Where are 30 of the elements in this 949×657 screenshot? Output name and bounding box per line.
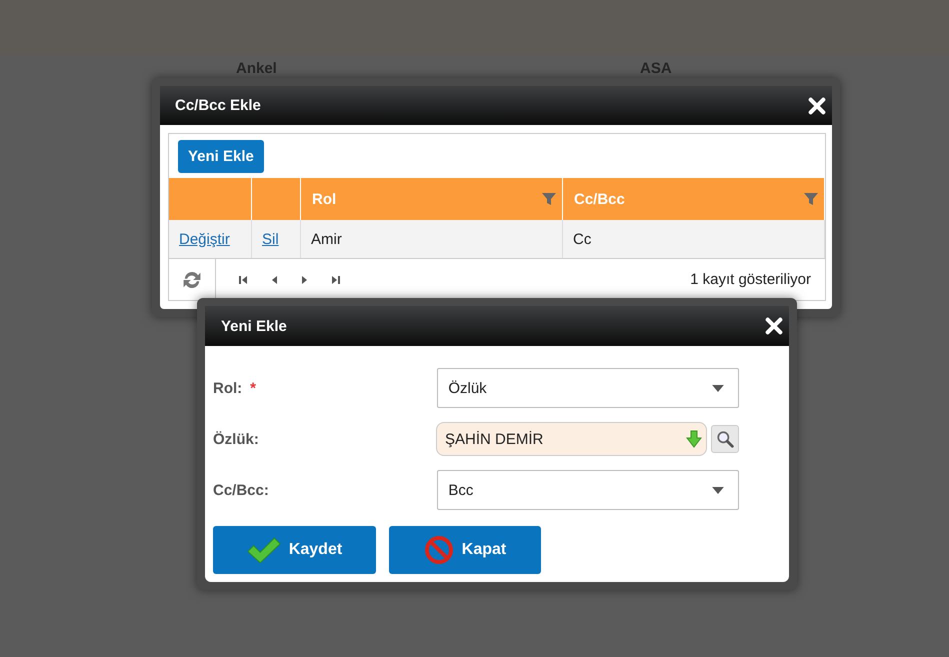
filter-icon[interactable] bbox=[541, 191, 557, 207]
delete-link[interactable]: Sil bbox=[262, 230, 279, 248]
close-icon[interactable] bbox=[765, 317, 783, 335]
close-icon[interactable] bbox=[808, 96, 826, 114]
select-field[interactable]: Bcc bbox=[437, 470, 739, 510]
prohibited-icon bbox=[424, 535, 454, 565]
required-marker: * bbox=[250, 380, 256, 396]
pager-status: 1 kayıt gösteriliyor bbox=[690, 271, 812, 288]
last-page-icon[interactable] bbox=[331, 274, 341, 286]
down-arrow-icon[interactable] bbox=[686, 429, 702, 449]
field-label: Özlük: bbox=[213, 430, 259, 448]
search-button[interactable] bbox=[711, 425, 739, 453]
checkmark-icon bbox=[246, 536, 281, 564]
select-field[interactable]: Özlük bbox=[437, 368, 739, 408]
input-field[interactable]: ŞAHİN DEMİR bbox=[436, 422, 708, 456]
field-label: Cc/Bcc: bbox=[213, 482, 269, 498]
new-button[interactable]: Yeni Ekle bbox=[178, 140, 264, 172]
dialog-title: Cc/Bcc Ekle bbox=[175, 97, 261, 114]
filter-icon[interactable] bbox=[803, 191, 819, 207]
first-page-icon[interactable] bbox=[238, 274, 248, 286]
save-button[interactable]: Kaydet bbox=[213, 526, 376, 574]
edit-link[interactable]: Değiştir bbox=[179, 230, 230, 248]
caret-icon bbox=[712, 486, 724, 494]
close-button[interactable]: Kapat bbox=[389, 526, 541, 574]
table-cell: Amir bbox=[301, 220, 563, 258]
dialog-title: Yeni Ekle bbox=[221, 318, 287, 334]
table-cell: Cc bbox=[563, 220, 825, 258]
caret-icon bbox=[712, 384, 724, 392]
search-icon bbox=[716, 430, 734, 448]
field-label: Rol: bbox=[213, 380, 242, 396]
